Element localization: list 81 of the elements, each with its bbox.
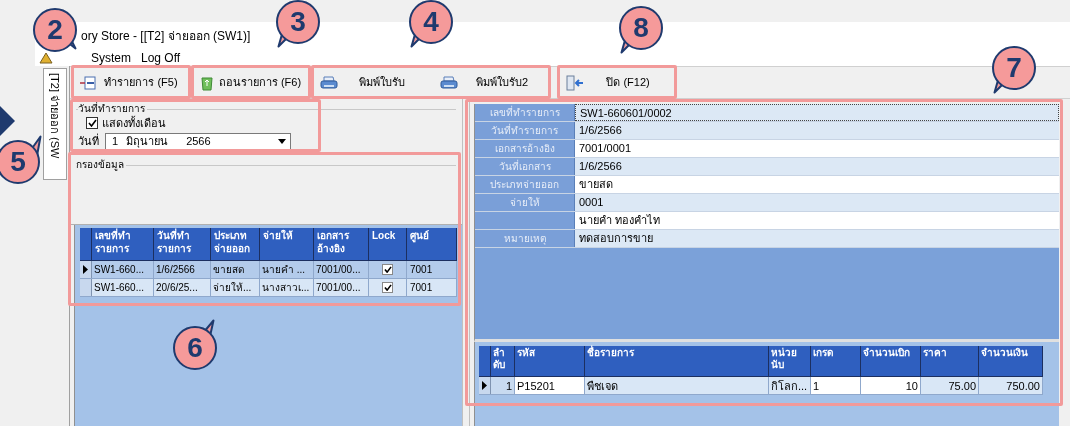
table-cell: SW1-660... [92,261,154,278]
date-label: วันที่ [78,132,99,149]
column-header[interactable]: จำนวนเงิน [979,346,1043,376]
toolbar-button[interactable]: ทำรายการ (F5) [76,70,186,95]
field-label: จ่ายให้ [475,194,575,211]
pointer-arrow-icon [0,106,15,136]
dropdown-caret-icon [278,138,286,144]
field-value[interactable]: 1/6/2566 [575,158,1059,175]
toolbar-button[interactable]: พิมพ์ใบรับ [316,70,426,95]
field-label: วันที่เอกสาร [475,158,575,175]
table-row[interactable]: SW1-660... 20/6/25... จ่ายให้... นางสาวเ... 7001/00... 7001 [80,279,457,297]
table-cell: พืชเจด [585,377,769,394]
recycle-bin-icon [200,74,214,91]
column-header[interactable]: เกรด [811,346,861,376]
table-cell: นายคำ ... [260,261,314,278]
table-cell: 7001/00... [314,261,369,278]
table-cell: 10 [861,377,921,394]
document-icon [80,75,96,90]
printer-icon [320,75,338,90]
field-value[interactable]: นายคำ ทองคำไท [575,212,1059,229]
table-cell: นางสาวเ... [260,279,314,296]
column-header[interactable]: หน่วย นับ [769,346,811,376]
table-cell: จ่ายให้... [211,279,260,296]
toolbar-button[interactable]: พิมพ์ใบรับ2 [436,70,546,95]
row-pointer-icon [482,381,487,390]
group-title: วันที่ทำรายการ [78,104,147,114]
field-label: หมายเหตุ [475,230,575,247]
field-value[interactable]: 1/6/2566 [575,122,1059,139]
exit-door-icon [566,74,584,91]
column-header[interactable]: ชื่อรายการ [585,346,769,376]
toolbar-button[interactable]: ถอนรายการ (F6) [196,70,306,95]
table-cell: 20/6/25... [154,279,211,296]
table-cell: 7001 [407,279,457,296]
table-cell: 750.00 [979,377,1043,394]
table-cell: P15201 [515,377,585,394]
table-cell: กิโลก... [769,377,811,394]
table-cell: 75.00 [921,377,979,394]
table-cell: 7001 [407,261,457,278]
checkbox-label: แสดงทั้งเดือน [102,115,166,131]
field-value[interactable]: 7001/0001 [575,140,1059,157]
column-header[interactable]: รหัส [515,346,585,376]
vertical-tab[interactable]: [T2] จ่ายออก (SW [43,68,67,180]
field-value[interactable]: SW1-660601/0002 [575,104,1059,121]
callout-badge: 5 [0,140,40,184]
printer-icon [440,75,458,90]
table-cell: ขายสด [211,261,260,278]
column-header[interactable]: ราคา [921,346,979,376]
field-label: วันที่ทำรายการ [475,122,575,139]
group-title: กรองข้อมูล [76,160,126,170]
column-header[interactable]: Lock [369,228,407,260]
table-cell: 1 [811,377,861,394]
column-header[interactable]: จำนวนเบิก [861,346,921,376]
menu-item[interactable]: System [91,49,131,67]
table-cell: SW1-660... [92,279,154,296]
field-value[interactable]: 0001 [575,194,1059,211]
menu-item[interactable]: Log Off [141,49,181,67]
table-cell: 1 [491,377,515,394]
lock-checkbox[interactable] [382,282,393,293]
field-label: เลขที่ทำรายการ [475,104,575,121]
field-value[interactable]: ทดสอบการขาย [575,230,1059,247]
table-row[interactable]: 1 P15201 พืชเจด กิโลก... 1 10 75.00 750.00 [479,377,1043,395]
table-cell: 1/6/2566 [154,261,211,278]
column-header[interactable]: ประเภท จ่ายออก [211,228,260,260]
column-header[interactable]: เลขที่ทำ รายการ [92,228,154,260]
column-header[interactable]: ศูนย์ [407,228,457,260]
column-header[interactable]: วันที่ทำ รายการ [154,228,211,260]
lock-checkbox[interactable] [382,264,393,275]
field-value[interactable]: ขายสด [575,176,1059,193]
column-header[interactable]: ลำ ดับ [491,346,515,376]
table-cell: 7001/00... [314,279,369,296]
field-label: ประเภทจ่ายออก [475,176,575,193]
row-pointer-icon [83,265,88,274]
checkbox[interactable] [86,117,98,130]
window-title: ory Store - [[T2] จ่ายออก (SW1)] [81,28,251,45]
date-dropdown[interactable]: 1 มิถุนายน 2566 [105,132,291,150]
column-header[interactable]: จ่ายให้ [260,228,314,260]
toolbar-button[interactable]: ปิด (F12) [562,70,672,95]
table-row[interactable]: SW1-660... 1/6/2566 ขายสด นายคำ ... 7001/00... 7001 [80,261,457,279]
column-header[interactable]: เอกสาร อ้างอิง [314,228,369,260]
row-header [80,279,92,296]
field-label: เอกสารอ้างอิง [475,140,575,157]
